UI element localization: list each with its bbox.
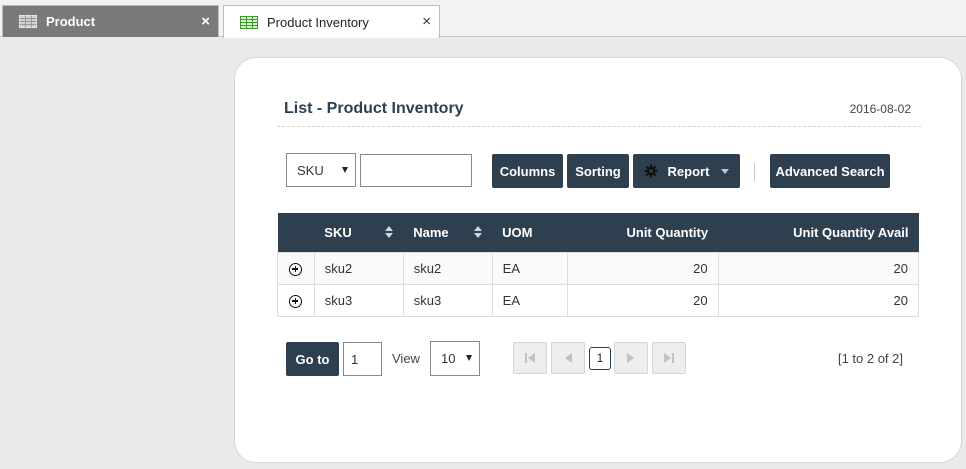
page-title: List - Product Inventory: [284, 100, 464, 117]
cell-sku: sku2: [313, 251, 404, 285]
cell-uom: EA: [491, 283, 569, 317]
prev-page-button[interactable]: [551, 342, 585, 374]
last-page-button[interactable]: [652, 342, 686, 374]
table-row: sku3 sku3 EA 20 20: [277, 283, 920, 317]
cell-unit-quantity: 20: [567, 283, 719, 317]
close-icon[interactable]: ×: [201, 14, 210, 29]
table-row: sku2 sku2 EA 20 20: [277, 251, 920, 285]
grid-icon: [19, 15, 37, 28]
toolbar-separator: [754, 163, 755, 181]
cell-unit-quantity-avail: 20: [717, 251, 920, 285]
report-label: Report: [667, 163, 710, 179]
page-size-select[interactable]: 10: [430, 341, 480, 376]
go-to-page-input[interactable]: [343, 342, 382, 376]
table-header-row: SKU Name UOM Unit Quantity Unit Quantity…: [277, 213, 919, 252]
go-to-button[interactable]: Go to: [286, 342, 339, 376]
chevron-down-icon: [342, 167, 348, 173]
page-number-current[interactable]: 1: [589, 347, 611, 370]
grid-icon: [240, 15, 258, 29]
view-label: View: [392, 351, 420, 366]
next-page-button[interactable]: [614, 342, 648, 374]
header-name[interactable]: Name: [403, 213, 493, 252]
chevron-down-icon: [721, 168, 730, 174]
next-page-icon: [627, 353, 634, 363]
cell-name: sku3: [402, 283, 493, 317]
plus-circle-icon[interactable]: [289, 262, 303, 276]
sort-icon[interactable]: [474, 226, 483, 239]
title-divider: [277, 126, 921, 127]
header-uom: UOM: [492, 213, 568, 252]
cell-uom: EA: [491, 251, 569, 285]
last-page-icon: [664, 353, 674, 363]
tab-label: Product: [46, 14, 96, 29]
search-input[interactable]: [360, 154, 472, 187]
cell-unit-quantity-avail: 20: [717, 283, 920, 317]
cell-unit-quantity: 20: [567, 251, 719, 285]
header-sku[interactable]: SKU: [314, 213, 404, 252]
plus-circle-icon[interactable]: [289, 294, 303, 308]
page-size-value: 10: [441, 351, 456, 366]
advanced-search-button[interactable]: Advanced Search: [770, 154, 890, 188]
inventory-table: SKU Name UOM Unit Quantity Unit Quantity…: [277, 213, 920, 317]
sorting-button[interactable]: Sorting: [567, 154, 629, 188]
expand-column-header: [277, 213, 315, 252]
cell-sku: sku3: [313, 283, 404, 317]
tab-product-inventory[interactable]: Product Inventory ×: [223, 5, 440, 38]
first-page-icon: [525, 353, 535, 363]
pagination-range: [1 to 2 of 2]: [837, 351, 903, 366]
tab-label: Product Inventory: [267, 14, 369, 30]
search-field-select[interactable]: SKU: [286, 153, 356, 187]
close-icon[interactable]: ×: [422, 14, 431, 29]
prev-page-icon: [565, 353, 572, 363]
columns-button[interactable]: Columns: [492, 154, 563, 188]
chevron-down-icon: [466, 355, 472, 361]
tab-product[interactable]: Product ×: [2, 5, 219, 37]
first-page-button[interactable]: [513, 342, 547, 374]
header-unit-quantity-avail: Unit Quantity Avail: [718, 213, 919, 252]
sort-icon[interactable]: [385, 226, 394, 239]
gear-icon: [644, 164, 658, 178]
search-field-value: SKU: [297, 162, 324, 178]
inventory-panel: List - Product Inventory 2016-08-02 SKU …: [234, 57, 962, 463]
cell-name: sku2: [402, 251, 493, 285]
header-unit-quantity: Unit Quantity: [567, 213, 719, 252]
panel-date: 2016-08-02: [849, 102, 911, 116]
report-button[interactable]: Report: [633, 154, 740, 188]
tab-bar: Product × Product Inventory ×: [0, 0, 966, 38]
